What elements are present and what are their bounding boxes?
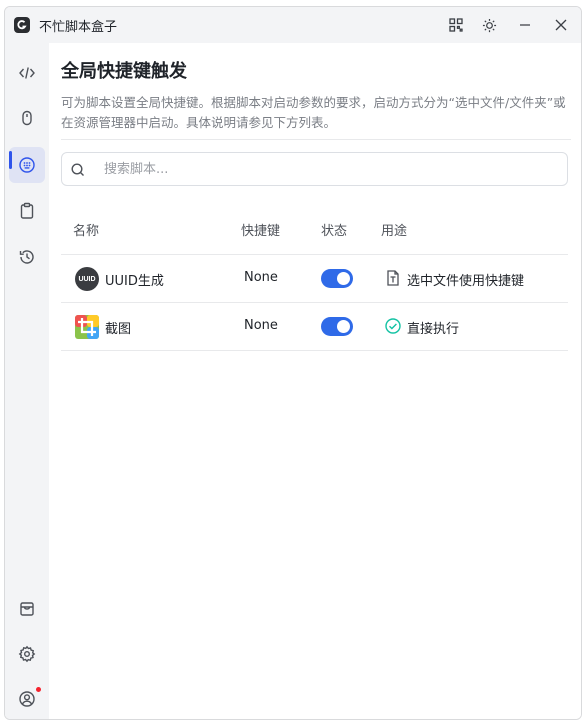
uuid-icon: UUID [75,267,99,291]
page-description: 可为脚本设置全局快捷键。根据脚本对启动参数的要求，启动方式分为“选中文件/文件夹… [61,95,566,130]
sidebar-item-account[interactable] [9,681,45,717]
gear-icon [18,645,36,663]
sidebar-item-mouse[interactable] [9,100,45,136]
sidebar-item-code[interactable] [9,55,45,91]
check-circle-icon [385,318,401,334]
toggle-knob [337,320,350,333]
store-icon [20,602,34,616]
search-icon [71,163,84,176]
sidebar [5,43,49,719]
sidebar-item-clipboard[interactable] [9,193,45,229]
column-header-usage: 用途 [381,224,408,239]
sidebar-item-hotkey[interactable] [9,147,45,183]
file-text-icon [387,270,399,286]
app-title: 不忙脚本盒子 [39,20,118,35]
status-toggle[interactable] [321,269,353,288]
active-indicator [9,151,12,169]
minimize-icon [520,24,530,26]
close-icon [555,19,567,31]
status-toggle[interactable] [321,317,353,336]
search-input[interactable] [104,159,544,179]
script-table: 名称 快捷键 状态 用途 UUID UUID生成 None 选中文件使用快捷键 [61,203,568,351]
column-header-hotkey: 快捷键 [241,224,281,239]
main-panel: 全局快捷键触发 可为脚本设置全局快捷键。根据脚本对启动参数的要求，启动方式分为“… [49,43,581,719]
clipboard-icon [20,202,34,219]
column-header-status: 状态 [321,224,348,239]
app-logo [14,17,30,33]
script-name: 截图 [105,322,132,337]
usage-text: 直接执行 [407,322,460,337]
code-icon [19,67,35,79]
toggle-knob [337,272,350,285]
script-name: UUID生成 [105,274,164,289]
notification-dot [36,687,41,692]
grid-icon [449,18,463,32]
page-title: 全局快捷键触发 [61,61,187,82]
search-box[interactable] [61,152,568,186]
mouse-icon [22,110,32,126]
table-row[interactable]: 截图 None 直接执行 [61,303,568,351]
grid-button[interactable] [444,13,468,37]
sidebar-item-history[interactable] [9,239,45,275]
screenshot-icon [75,315,99,339]
hotkey-value[interactable]: None [244,318,278,333]
theme-sun-icon [482,18,496,32]
sidebar-item-store[interactable] [9,591,45,627]
history-icon [19,250,34,264]
keyboard-icon [19,157,35,173]
theme-toggle-button[interactable] [477,13,501,37]
column-header-name: 名称 [73,224,100,239]
app-window: 不忙脚本盒子 全局快捷键触发 可为脚本设置全局快捷键。根据脚本对启动参数的要求，… [4,6,582,720]
title-bar: 不忙脚本盒子 [5,7,581,43]
user-icon [19,691,35,707]
sidebar-item-settings[interactable] [9,636,45,672]
table-header: 名称 快捷键 状态 用途 [61,203,568,255]
minimize-button[interactable] [513,13,537,37]
usage-text: 选中文件使用快捷键 [407,274,525,289]
divider [61,139,571,140]
table-row[interactable]: UUID UUID生成 None 选中文件使用快捷键 [61,255,568,303]
close-button[interactable] [549,13,573,37]
hotkey-value[interactable]: None [244,270,278,285]
